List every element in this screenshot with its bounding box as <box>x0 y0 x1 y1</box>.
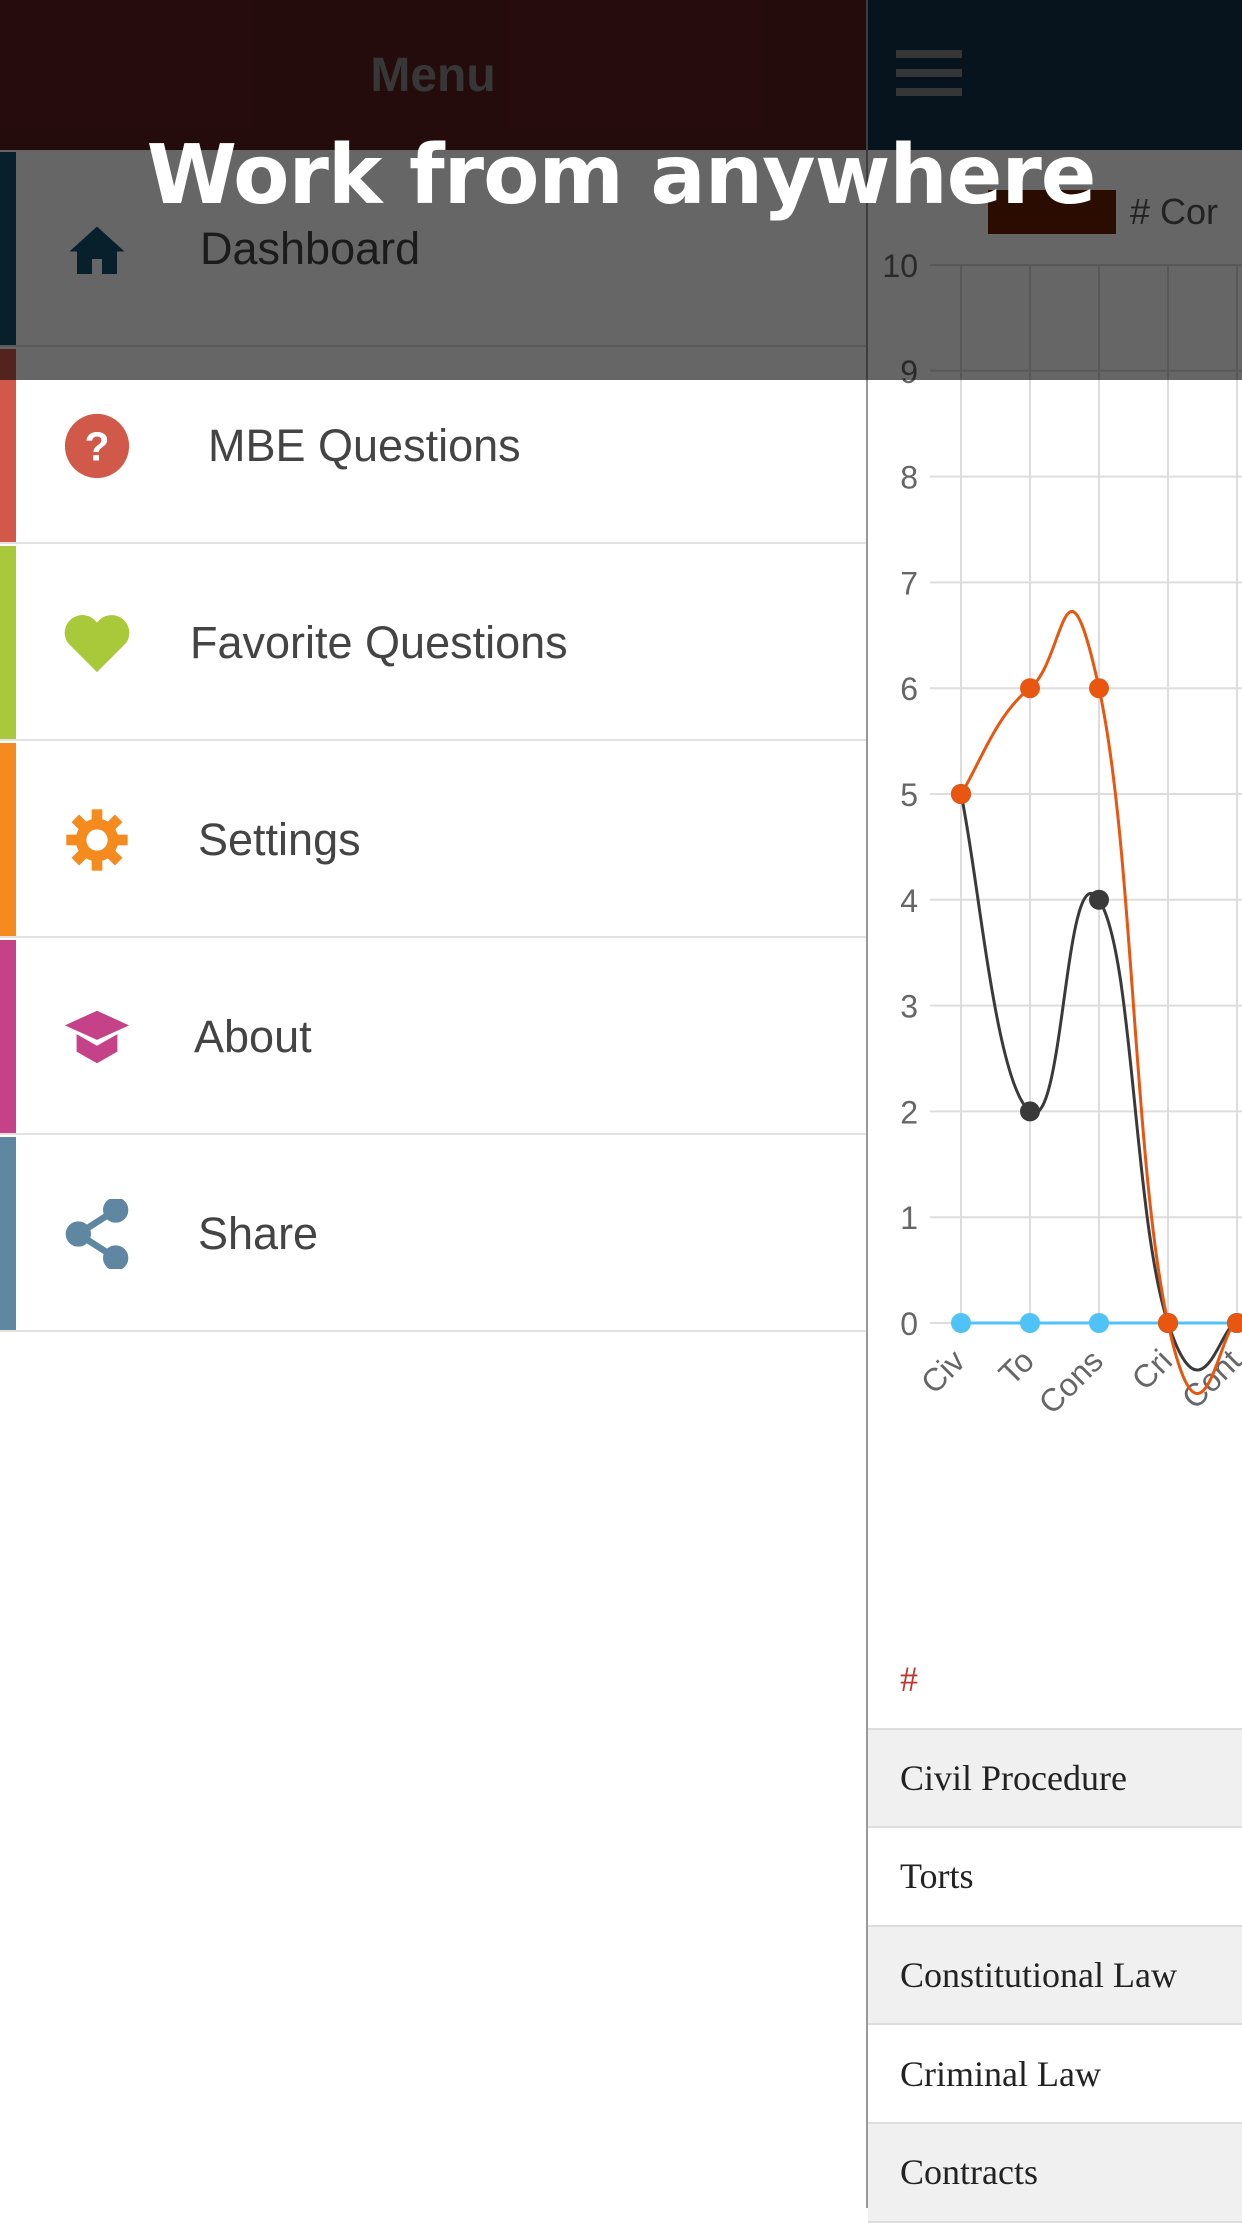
menu-item-stripe <box>0 152 16 345</box>
table-header: # <box>868 1630 1242 1730</box>
menu-item-label: Share <box>198 1207 319 1259</box>
y-tick-label: 10 <box>882 248 918 284</box>
x-tick-label: Civ <box>914 1342 972 1400</box>
table-header-cell: # <box>868 1630 1242 1730</box>
y-tick-label: 7 <box>900 565 918 601</box>
table-row[interactable]: Torts <box>868 1827 1242 1927</box>
data-point[interactable] <box>951 1313 971 1333</box>
legend-swatch <box>988 190 1116 234</box>
y-tick-label: 0 <box>900 1306 918 1342</box>
line-chart: 012345678910Civ ToCons CriCont# Cor <box>882 190 1242 1421</box>
x-tick-label: To <box>992 1342 1041 1391</box>
menu-item-label: About <box>194 1010 312 1062</box>
table-row[interactable]: Civil Procedure <box>868 1728 1242 1829</box>
table-cell: Constitutional Law <box>868 1925 1242 2026</box>
data-point[interactable] <box>1158 1313 1178 1333</box>
question-circle-icon: ? <box>62 411 132 481</box>
menu-item-dashboard[interactable]: Dashboard <box>0 152 866 347</box>
svg-text:?: ? <box>85 423 110 469</box>
table-row[interactable]: Contracts <box>868 2122 1242 2223</box>
menu-item-label: Dashboard <box>200 222 421 274</box>
data-point[interactable] <box>1089 678 1109 699</box>
data-point[interactable] <box>1020 1313 1040 1333</box>
data-point[interactable] <box>1020 678 1040 699</box>
menu-header: Menu <box>0 0 866 150</box>
y-tick-label: 5 <box>900 777 918 813</box>
menu-item-share[interactable]: Share <box>0 1137 866 1332</box>
menu-item-label: Favorite Questions <box>190 616 568 668</box>
table-cell: Torts <box>868 1827 1242 1927</box>
table-cell: Civil Procedure <box>868 1728 1242 1829</box>
data-point[interactable] <box>1020 1101 1040 1122</box>
share-icon <box>62 1198 132 1269</box>
heart-icon <box>62 608 132 678</box>
menu-item-mbe-questions[interactable]: ? MBE Questions <box>0 349 866 544</box>
menu-item-stripe <box>0 546 16 739</box>
table-row[interactable]: Constitutional Law <box>868 1925 1242 2026</box>
table-row[interactable]: Criminal Law <box>868 2024 1242 2124</box>
legend-label: # Cor <box>1130 191 1218 232</box>
table-cell: Contracts <box>868 2122 1242 2223</box>
side-menu: Menu Dashboard ? MBE Questions Favorite … <box>0 0 866 2208</box>
gear-icon <box>62 805 132 875</box>
x-tick-label: Cons <box>1032 1342 1110 1420</box>
data-point[interactable] <box>951 784 971 804</box>
menu-item-stripe <box>0 349 16 542</box>
y-tick-label: 6 <box>900 671 918 707</box>
menu-item-settings[interactable]: Settings <box>0 743 866 938</box>
y-tick-label: 2 <box>900 1094 918 1130</box>
data-point[interactable] <box>1089 1313 1109 1333</box>
menu-item-about[interactable]: About <box>0 940 866 1135</box>
y-tick-label: 4 <box>900 883 918 919</box>
y-tick-label: 8 <box>900 460 918 496</box>
table-cell: Criminal Law <box>868 2024 1242 2124</box>
menu-title: Menu <box>370 48 496 102</box>
data-point[interactable] <box>1089 889 1109 910</box>
menu-item-stripe <box>0 743 16 936</box>
app-header <box>868 0 1242 150</box>
y-tick-label: 1 <box>900 1200 918 1236</box>
menu-item-label: MBE Questions <box>208 419 521 471</box>
graduation-cap-icon <box>62 1002 132 1072</box>
menu-item-label: Settings <box>198 813 361 865</box>
topics-table: # Civil Procedure Torts Constitutional L… <box>868 1630 1242 2223</box>
x-tick-label: Cri <box>1125 1342 1179 1396</box>
menu-item-favorite-questions[interactable]: Favorite Questions <box>0 546 866 741</box>
menu-item-stripe <box>0 1137 16 1330</box>
menu-item-stripe <box>0 940 16 1133</box>
hamburger-icon[interactable] <box>896 50 962 102</box>
main-content: 0 1 2 3 4 5 6 7 8 9 10 Civ To Cons Cri Cont # Cor # Civi… <box>866 0 1242 2223</box>
y-tick-label: 3 <box>900 989 918 1025</box>
y-tick-label: 9 <box>900 354 918 390</box>
home-icon <box>62 214 132 284</box>
